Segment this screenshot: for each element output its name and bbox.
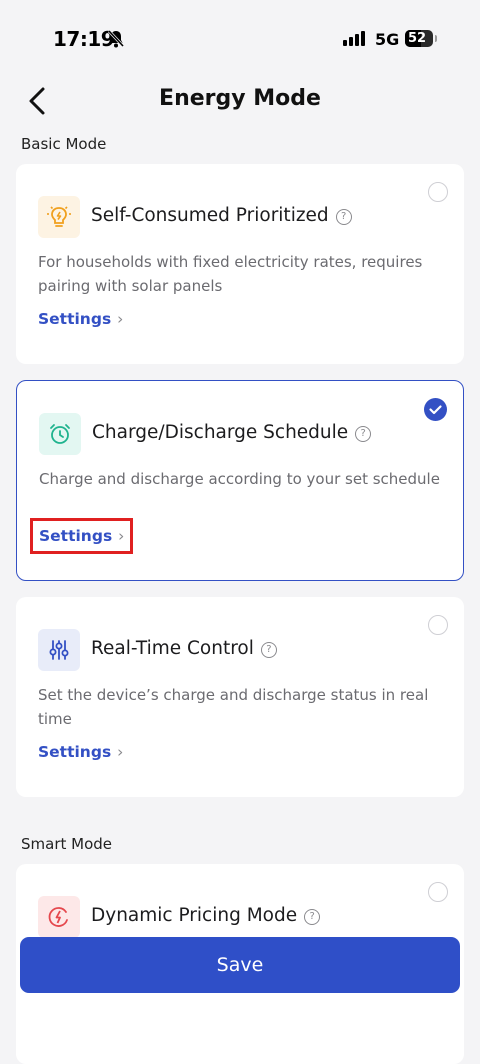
settings-link[interactable]: Settings › <box>38 310 123 328</box>
radio-unselected[interactable] <box>428 615 448 635</box>
chevron-right-icon: › <box>117 310 124 328</box>
mode-description: Set the device’s charge and discharge st… <box>38 686 429 728</box>
mode-title: Charge/Discharge Schedule? <box>92 422 372 443</box>
status-bar: 17:19 5G 52 <box>0 0 480 80</box>
mode-description: For households with fixed electricity ra… <box>38 253 423 295</box>
mode-title-text: Real-Time Control <box>91 638 254 659</box>
mode-card-real-time[interactable]: Real-Time Control? Set the device’s char… <box>16 597 464 797</box>
settings-link-label: Settings <box>38 743 112 761</box>
cellular-signal-icon <box>343 31 367 50</box>
section-basic-mode: Basic Mode <box>21 135 107 153</box>
battery-level: 52 <box>407 31 427 46</box>
help-icon[interactable]: ? <box>260 642 277 658</box>
settings-link-label: Settings <box>38 310 112 328</box>
settings-link[interactable]: Settings › <box>38 743 123 761</box>
radio-unselected[interactable] <box>428 182 448 202</box>
section-smart-mode: Smart Mode <box>21 835 113 853</box>
mode-title: Dynamic Pricing Mode? <box>91 905 321 926</box>
mode-title: Self-Consumed Prioritized? <box>91 205 352 226</box>
battery-tip <box>435 35 437 42</box>
help-icon[interactable]: ? <box>304 909 321 925</box>
mode-title-text: Self-Consumed Prioritized <box>91 205 329 226</box>
mode-description: Charge and discharge according to your s… <box>39 470 440 488</box>
mode-card-self-consumed[interactable]: Self-Consumed Prioritized? For household… <box>16 164 464 364</box>
mode-title-text: Dynamic Pricing Mode <box>91 905 298 926</box>
lightbulb-icon <box>38 196 80 238</box>
alarm-clock-icon <box>39 413 81 455</box>
bell-muted-icon <box>107 29 125 53</box>
mode-title: Real-Time Control? <box>91 638 277 659</box>
help-icon[interactable]: ? <box>355 426 372 442</box>
radio-selected-check-icon[interactable] <box>424 398 447 421</box>
chevron-right-icon: › <box>117 743 124 761</box>
page-title: Energy Mode <box>159 86 321 111</box>
highlight-box <box>30 518 133 554</box>
battery-icon: 52 <box>405 30 433 47</box>
save-button[interactable]: Save <box>20 937 460 993</box>
sliders-icon <box>38 629 80 671</box>
help-icon[interactable]: ? <box>335 209 352 225</box>
radio-unselected[interactable] <box>428 882 448 902</box>
status-time: 17:19 <box>53 27 115 51</box>
network-type: 5G <box>375 30 400 49</box>
mode-title-text: Charge/Discharge Schedule <box>92 422 349 443</box>
pricing-bolt-icon <box>38 896 80 938</box>
